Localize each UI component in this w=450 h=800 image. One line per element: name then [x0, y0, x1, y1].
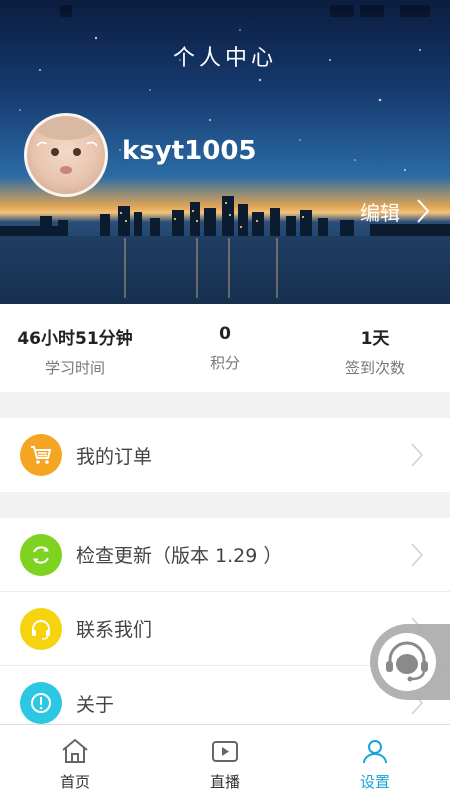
profile-screen: 个人中心 ksyt1005 编辑 46小时51分钟 学习时间 0 积分 1天 签…: [0, 0, 450, 800]
info-icon: [20, 682, 62, 724]
edit-label: 编辑: [360, 200, 400, 225]
status-bar: [0, 0, 450, 24]
stat-label: 签到次数: [344, 359, 405, 377]
edit-profile-button[interactable]: 编辑: [360, 196, 430, 226]
menu-item-check-update[interactable]: 检查更新（版本 1.29 ）: [0, 518, 450, 592]
menu-label: 检查更新（版本 1.29 ）: [76, 545, 283, 567]
light-reflection: [228, 238, 230, 298]
menu-label: 联系我们: [76, 619, 153, 641]
headset-icon: [20, 607, 62, 650]
water-reflection: [0, 236, 450, 304]
bottom-tab-bar: 首页 直播 设置: [0, 724, 450, 800]
stats-row: 46小时51分钟 学习时间 0 积分 1天 签到次数: [0, 304, 450, 392]
tv-play-icon: [212, 741, 238, 762]
menu-group-orders: 我的订单: [0, 418, 450, 492]
username: ksyt1005: [122, 136, 257, 166]
tab-home[interactable]: 首页: [0, 725, 150, 800]
chevron-right-icon: [411, 542, 424, 567]
menu-label: 我的订单: [76, 445, 153, 468]
notification-icon: [60, 5, 72, 17]
page-title: 个人中心: [172, 46, 277, 71]
menu-label: 关于: [76, 693, 115, 716]
user-icon: [363, 740, 387, 764]
refresh-icon: [20, 533, 62, 576]
chevron-right-icon: [411, 443, 424, 467]
avatar[interactable]: [24, 113, 108, 197]
stat-value: 1天: [360, 329, 390, 349]
customer-service-button[interactable]: [370, 624, 450, 700]
stat-value: 46小时51分钟: [17, 329, 133, 349]
baby-avatar-illustration: [36, 116, 98, 174]
tab-label: 直播: [209, 773, 240, 791]
stat-checkin-count: 1天 签到次数: [300, 304, 450, 392]
customer-service-icon: [378, 633, 436, 691]
battery-icon: [400, 5, 430, 17]
tab-live[interactable]: 直播: [150, 725, 300, 800]
light-reflection: [196, 238, 198, 298]
tab-settings[interactable]: 设置: [300, 725, 450, 800]
signal-icon: [330, 5, 354, 17]
home-icon: [62, 738, 88, 763]
stat-points: 0 积分: [150, 304, 300, 392]
stat-label: 积分: [209, 354, 240, 372]
tab-label: 设置: [359, 773, 390, 791]
light-reflection: [124, 238, 126, 298]
menu-group-settings: 检查更新（版本 1.29 ） 联系我们 关于: [0, 518, 450, 740]
tab-label: 首页: [59, 773, 90, 791]
chevron-right-icon: [417, 199, 430, 223]
light-reflection: [276, 238, 278, 298]
stat-value: 0: [219, 324, 231, 344]
stat-study-time: 46小时51分钟 学习时间: [0, 304, 150, 392]
wifi-icon: [360, 5, 384, 17]
cart-icon: [20, 434, 62, 476]
profile-header: 个人中心 ksyt1005 编辑: [0, 0, 450, 304]
stat-label: 学习时间: [44, 359, 105, 377]
menu-item-orders[interactable]: 我的订单: [0, 418, 450, 492]
